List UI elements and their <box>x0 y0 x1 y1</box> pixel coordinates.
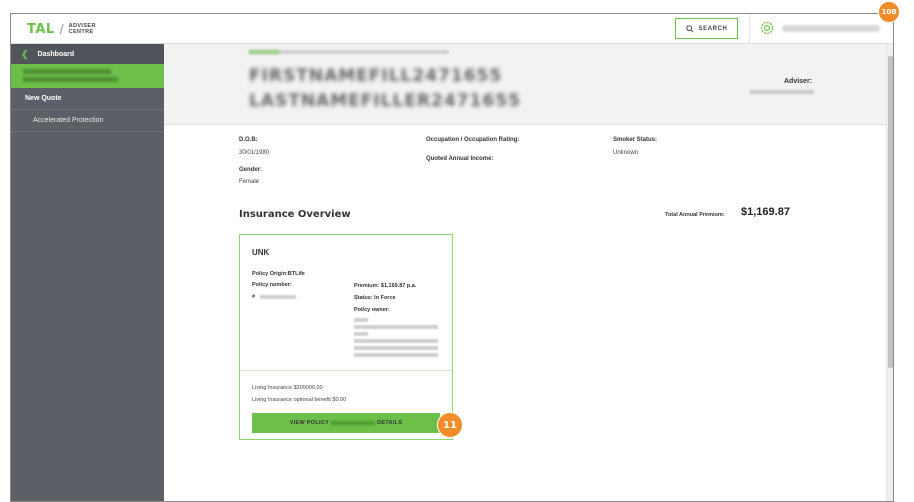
redacted-text <box>23 69 111 74</box>
step-badge-11: 11 <box>437 412 463 438</box>
view-policy-prefix: VIEW POLICY <box>289 420 330 426</box>
card-divider <box>240 370 452 371</box>
smoker-status-label: Smoker Status: <box>613 137 658 143</box>
occupation-label: Occupation / Occupation Rating: <box>426 137 520 143</box>
view-policy-suffix: DETAILS <box>377 420 403 426</box>
policy-owner-label: Policy owner: <box>354 307 390 313</box>
policy-number-prefix: # <box>252 294 256 300</box>
breadcrumb-redacted <box>249 50 449 54</box>
header-divider <box>749 14 750 44</box>
adviser-value-redacted <box>750 90 814 94</box>
scrollbar-thumb[interactable] <box>888 56 893 368</box>
total-premium-value: $1,169.87 <box>741 206 790 218</box>
owner-redacted-line <box>354 332 368 336</box>
client-banner: FIRSTNAMEFILL2471655 LASTNAMEFILLER24716… <box>164 44 886 125</box>
logo-tal-text: TAL <box>27 21 55 37</box>
policy-origin: Policy Origin:BTLife <box>252 271 305 277</box>
owner-redacted-line <box>354 325 438 329</box>
policy-code: UNK <box>252 248 270 257</box>
benefit-line-2: Living Insurance optional benefit $0.00 <box>252 397 347 403</box>
dob-value: 30/01/1980 <box>239 150 270 156</box>
insurance-overview-title: Insurance Overview <box>239 209 351 220</box>
smoker-status-value: Unknown <box>613 150 639 156</box>
gender-value: Female <box>239 179 260 185</box>
search-icon <box>685 24 694 33</box>
sidebar-item-label: Dashboard <box>37 50 75 58</box>
tal-logo[interactable]: TAL / ADVISER CENTRE <box>27 21 96 37</box>
policy-card: UNK Policy Origin:BTLife Policy number: … <box>239 234 453 440</box>
top-header: TAL / ADVISER CENTRE SEARCH <box>11 14 893 44</box>
client-first-name: FIRSTNAMEFILL2471655 <box>249 66 503 86</box>
search-label: SEARCH <box>698 25 728 32</box>
owner-redacted-line <box>354 339 438 343</box>
quoted-income-label: Quoted Annual Income: <box>426 156 494 162</box>
policy-number-label: Policy number: <box>252 282 292 288</box>
user-email-redacted[interactable] <box>782 25 880 32</box>
sidebar-item-dashboard[interactable]: ❮ Dashboard <box>11 44 164 64</box>
policy-id-redacted <box>331 421 376 425</box>
dob-label: D.O.B: <box>239 137 258 143</box>
owner-redacted-line <box>354 353 438 357</box>
adviser-label: Adviser: <box>783 78 812 85</box>
sidebar-item-client-redacted[interactable] <box>11 64 164 88</box>
sidebar-item-accelerated-protection[interactable]: Accelerated Protection <box>11 110 164 132</box>
logo-sub-line-2: CENTRE <box>68 29 94 35</box>
policy-number-redacted <box>260 295 296 299</box>
logo-subtitle: ADVISER CENTRE <box>69 23 96 35</box>
chevron-left-icon: ❮ <box>21 48 29 59</box>
redacted-text <box>23 77 118 82</box>
benefit-line-1: Living Insurance $309000.00 <box>252 385 323 391</box>
step-badge-10b: 10B <box>878 1 900 23</box>
policy-premium: Premium: $1,169.87 p.a. <box>354 283 417 289</box>
logo-slash: / <box>59 21 64 37</box>
client-last-name: LASTNAMEFILLER2471655 <box>249 91 521 111</box>
owner-redacted-line <box>354 346 438 350</box>
gear-icon[interactable] <box>760 21 774 35</box>
search-button[interactable]: SEARCH <box>675 18 738 39</box>
view-policy-details-button[interactable]: VIEW POLICY DETAILS <box>252 413 440 433</box>
breadcrumb-link-redacted[interactable] <box>249 50 279 54</box>
gender-label: Gender: <box>239 167 263 173</box>
policy-status: Status: In Force <box>354 295 396 301</box>
total-premium-label: Total Annual Premium: <box>665 212 725 218</box>
vertical-scrollbar[interactable] <box>886 44 893 501</box>
sidebar: ❮ Dashboard New Quote Accelerated Protec… <box>11 44 164 501</box>
sidebar-item-new-quote[interactable]: New Quote <box>11 88 164 110</box>
owner-redacted-line <box>354 318 368 322</box>
